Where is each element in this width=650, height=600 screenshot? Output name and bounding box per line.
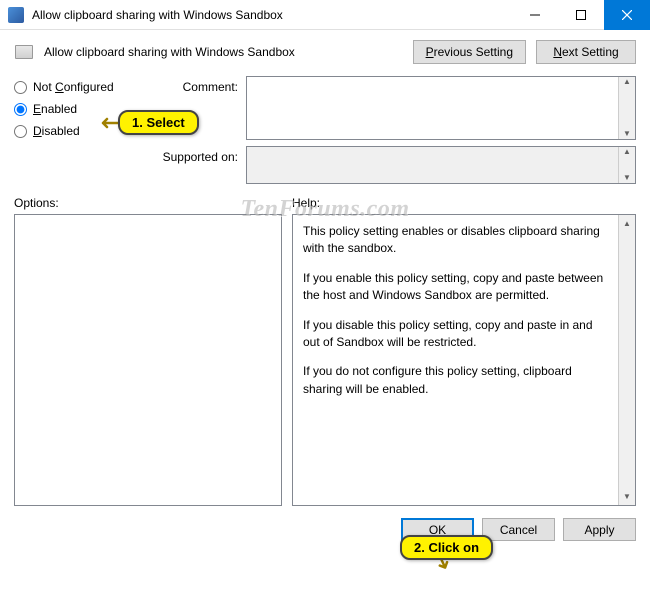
radio-enabled-input[interactable] [14,103,27,116]
help-paragraph: This policy setting enables or disables … [303,223,608,258]
window-title: Allow clipboard sharing with Windows San… [32,8,512,22]
help-paragraph: If you enable this policy setting, copy … [303,270,608,305]
maximize-button[interactable] [558,0,604,30]
supported-scrollbar[interactable]: ▲▼ [618,147,635,183]
supported-label: Supported on: [160,146,238,184]
help-label: Help: [292,196,320,210]
policy-icon [14,42,34,62]
comment-textarea[interactable] [247,77,618,139]
radio-not-configured-label: Not Configured [33,80,114,94]
supported-on-box [247,147,618,183]
callout-click: 2. Click on [400,535,493,560]
comment-scrollbar[interactable]: ▲▼ [618,77,635,139]
next-setting-button[interactable]: Next Setting [536,40,636,64]
apply-button[interactable]: Apply [563,518,636,541]
previous-setting-button[interactable]: Previous Setting [413,40,526,64]
help-paragraph: If you disable this policy setting, copy… [303,317,608,352]
help-scrollbar[interactable]: ▲▼ [618,215,635,505]
options-label: Options: [14,196,282,210]
radio-not-configured[interactable]: Not Configured [14,80,144,94]
help-content: This policy setting enables or disables … [293,215,618,505]
app-icon [8,7,24,23]
cancel-button[interactable]: Cancel [482,518,555,541]
radio-not-configured-input[interactable] [14,81,27,94]
policy-title: Allow clipboard sharing with Windows San… [44,45,403,59]
help-paragraph: If you do not configure this policy sett… [303,363,608,398]
radio-enabled-label: Enabled [33,102,77,116]
help-panel: This policy setting enables or disables … [292,214,636,506]
callout-select: 1. Select [118,110,199,135]
minimize-button[interactable] [512,0,558,30]
callout-select-arrow [97,116,119,130]
close-button[interactable] [604,0,650,30]
options-panel [14,214,282,506]
radio-disabled-input[interactable] [14,125,27,138]
radio-disabled-label: Disabled [33,124,80,138]
